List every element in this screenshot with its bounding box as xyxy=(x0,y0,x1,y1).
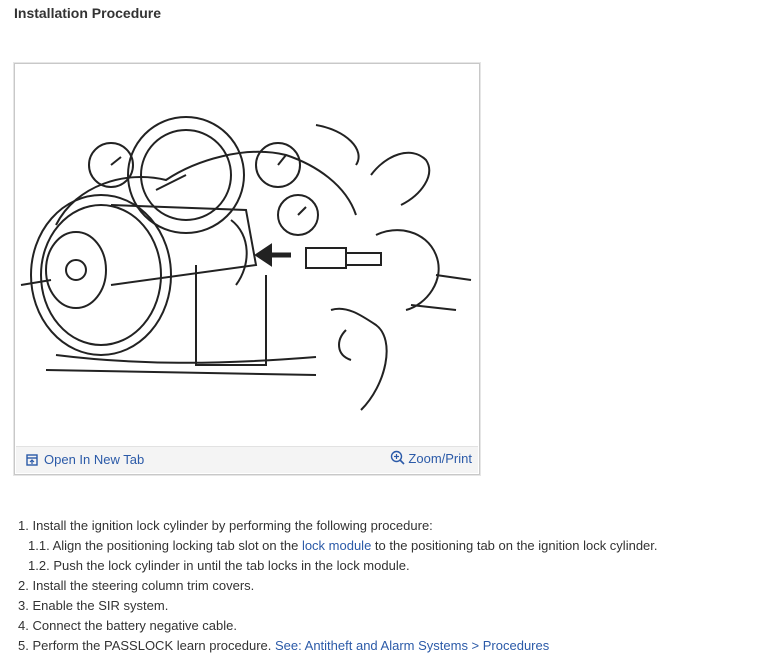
step-1: 1. Install the ignition lock cylinder by… xyxy=(18,516,658,536)
step-text: to the positioning tab on the ignition l… xyxy=(371,538,658,553)
step-text: Install the ignition lock cylinder by pe… xyxy=(32,518,433,533)
ignition-lock-diagram[interactable] xyxy=(16,65,478,445)
step-number: 2. xyxy=(18,578,29,593)
page-title: Installation Procedure xyxy=(14,5,162,21)
step-number: 1. xyxy=(18,518,29,533)
figure-container: Open In New Tab Zoom/Print xyxy=(14,63,480,475)
step-number: 4. xyxy=(18,618,29,633)
step-text: Push the lock cylinder in until the tab … xyxy=(53,558,410,573)
open-new-tab-label: Open In New Tab xyxy=(44,452,145,467)
step-text: Connect the battery negative cable. xyxy=(32,618,237,633)
step-text: Perform the PASSLOCK learn procedure. xyxy=(32,638,276,653)
step-number: 5. xyxy=(18,638,29,653)
step-text: Align the positioning locking tab slot o… xyxy=(52,538,302,553)
step-5: 5. Perform the PASSLOCK learn procedure.… xyxy=(18,636,658,656)
procedure-steps: 1. Install the ignition lock cylinder by… xyxy=(18,516,658,656)
open-new-tab-icon xyxy=(26,453,38,466)
step-number: 1.2. xyxy=(28,558,50,573)
figure-toolbar: Open In New Tab Zoom/Print xyxy=(16,446,478,473)
step-text: Enable the SIR system. xyxy=(32,598,169,613)
step-3: 3. Enable the SIR system. xyxy=(18,596,658,616)
open-new-tab-link[interactable]: Open In New Tab xyxy=(26,452,144,467)
step-4: 4. Connect the battery negative cable. xyxy=(18,616,658,636)
lock-module-link[interactable]: lock module xyxy=(302,538,371,553)
step-2: 2. Install the steering column trim cove… xyxy=(18,576,658,596)
zoom-print-link[interactable]: Zoom/Print xyxy=(390,450,472,466)
zoom-icon xyxy=(391,450,405,465)
step-1-2: 1.2. Push the lock cylinder in until the… xyxy=(18,556,658,576)
antitheft-procedures-link[interactable]: See: Antitheft and Alarm Systems > Proce… xyxy=(275,638,549,653)
zoom-print-label: Zoom/Print xyxy=(408,450,472,466)
step-number: 3. xyxy=(18,598,29,613)
step-1-1: 1.1. Align the positioning locking tab s… xyxy=(18,536,658,556)
step-number: 1.1. xyxy=(28,538,50,553)
step-text: Install the steering column trim covers. xyxy=(32,578,255,593)
